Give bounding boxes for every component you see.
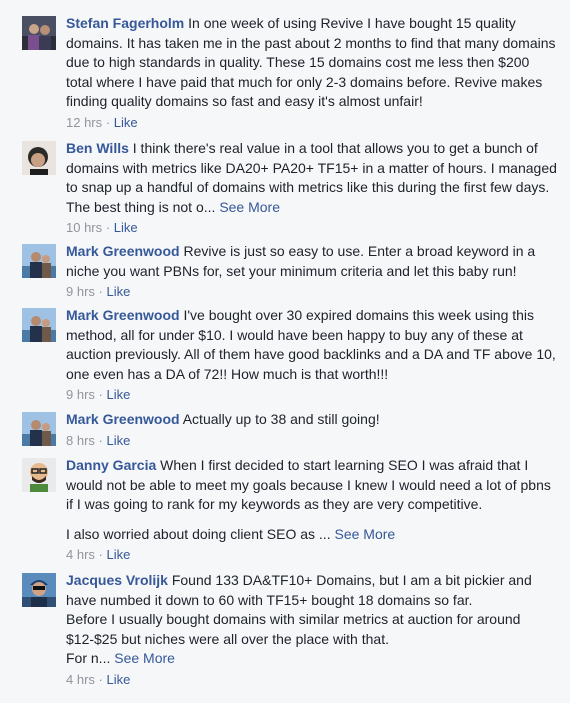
separator: ·	[98, 671, 103, 687]
comment-text-continued: Before I usually bought domains with sim…	[66, 611, 521, 647]
comment-text-truncated: For n...	[66, 650, 111, 667]
comment-text: I think there's real value in a tool tha…	[66, 140, 557, 215]
comment-meta: 9 hrs · Like	[66, 283, 558, 301]
avatar[interactable]	[22, 412, 56, 446]
comment-body: Mark Greenwood Revive is just so easy to…	[66, 242, 558, 301]
commenter-name[interactable]: Mark Greenwood	[66, 243, 180, 259]
comment-meta: 4 hrs · Like	[66, 546, 558, 564]
comment-body: Ben Wills I think there's real value in …	[66, 139, 558, 237]
avatar[interactable]	[22, 573, 56, 607]
commenter-name[interactable]: Jacques Vrolijk	[66, 572, 168, 588]
like-link[interactable]: Like	[107, 387, 131, 402]
comment-meta: 12 hrs · Like	[66, 114, 558, 132]
comment-meta: 8 hrs · Like	[66, 432, 558, 450]
comment-body: Mark Greenwood I've bought over 30 expir…	[66, 306, 558, 404]
comment-paragraph: Before I usually bought domains with sim…	[66, 610, 558, 649]
like-link[interactable]: Like	[114, 115, 138, 130]
comment-body: Jacques Vrolijk Found 133 DA&TF10+ Domai…	[66, 571, 558, 689]
see-more-link[interactable]: See More	[219, 199, 280, 215]
comment-body: Mark Greenwood Actually up to 38 and sti…	[66, 410, 558, 450]
comment-meta: 9 hrs · Like	[66, 386, 558, 404]
commenter-name[interactable]: Mark Greenwood	[66, 411, 180, 427]
avatar[interactable]	[22, 244, 56, 278]
commenter-name[interactable]: Danny Garcia	[66, 457, 156, 473]
separator: ·	[105, 114, 111, 130]
timestamp[interactable]: 4 hrs	[66, 547, 95, 562]
separator: ·	[98, 432, 103, 448]
comment-body: Stefan Fagerholm In one week of using Re…	[66, 14, 558, 132]
commenter-name[interactable]: Stefan Fagerholm	[66, 15, 184, 31]
separator: ·	[105, 220, 111, 236]
separator: ·	[98, 284, 103, 300]
comment-text-continued: I also worried about doing client SEO as…	[66, 525, 331, 542]
comment-meta: 10 hrs · Like	[66, 219, 558, 237]
comment-meta: 4 hrs · Like	[66, 671, 558, 689]
commenter-name[interactable]: Ben Wills	[66, 140, 129, 156]
like-link[interactable]: Like	[107, 284, 131, 299]
comment-text: Actually up to 38 and still going!	[182, 411, 380, 427]
timestamp[interactable]: 9 hrs	[66, 284, 95, 299]
comment-paragraph: For n... See More	[66, 649, 558, 669]
separator: ·	[98, 387, 103, 403]
like-link[interactable]: Like	[107, 547, 131, 562]
timestamp[interactable]: 12 hrs	[66, 115, 102, 130]
like-link[interactable]: Like	[114, 220, 138, 235]
like-link[interactable]: Like	[107, 672, 131, 687]
avatar[interactable]	[22, 458, 56, 492]
avatar[interactable]	[22, 308, 56, 342]
comment-paragraph: I also worried about doing client SEO as…	[66, 525, 558, 545]
timestamp[interactable]: 10 hrs	[66, 220, 102, 235]
see-more-link[interactable]: See More	[334, 526, 395, 542]
timestamp[interactable]: 9 hrs	[66, 387, 95, 402]
separator: ·	[98, 547, 103, 563]
avatar[interactable]	[22, 16, 56, 50]
like-link[interactable]: Like	[107, 433, 131, 448]
see-more-link[interactable]: See More	[114, 650, 175, 666]
timestamp[interactable]: 4 hrs	[66, 672, 95, 687]
avatar[interactable]	[22, 141, 56, 175]
commenter-name[interactable]: Mark Greenwood	[66, 307, 180, 323]
timestamp[interactable]: 8 hrs	[66, 433, 95, 448]
comment-body: Danny Garcia When I first decided to sta…	[66, 456, 558, 564]
